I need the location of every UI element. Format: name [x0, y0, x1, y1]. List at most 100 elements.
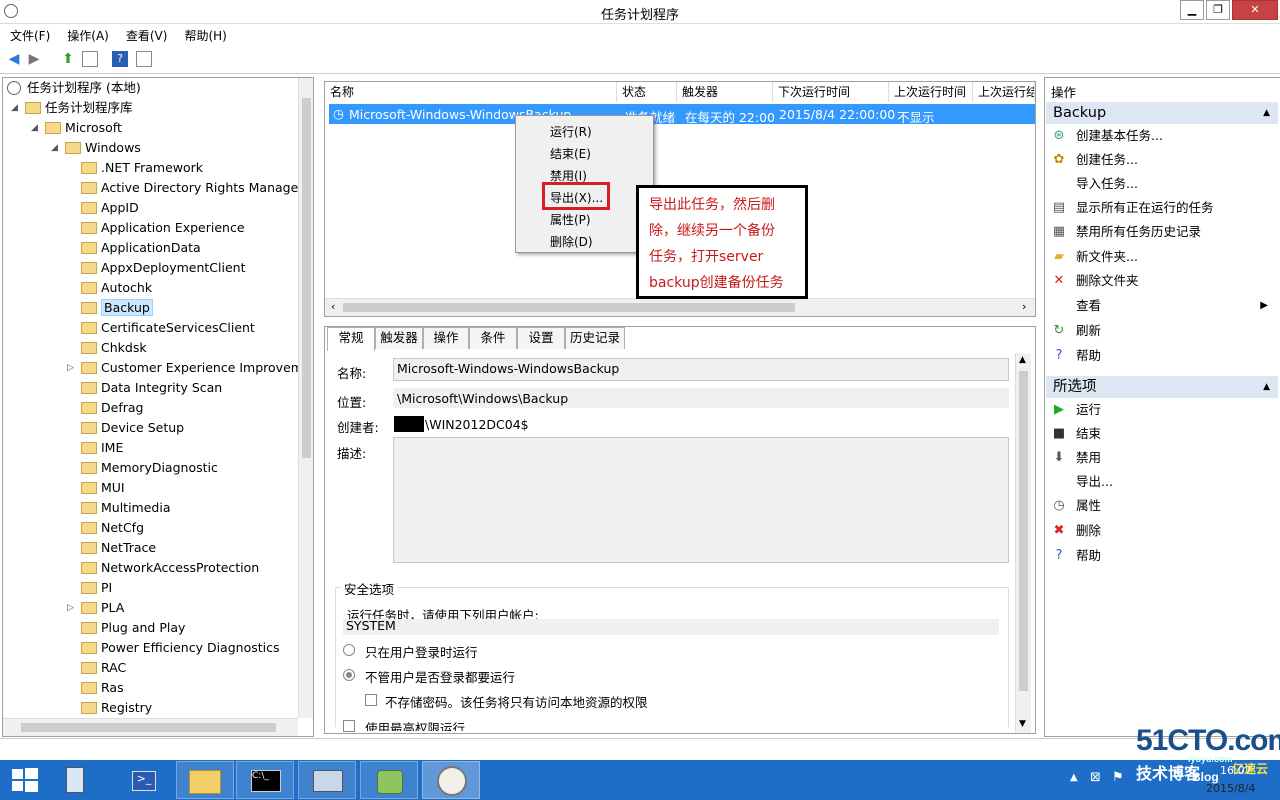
action-item[interactable]: 导入任务... — [1046, 172, 1278, 196]
tree-folder[interactable]: NetworkAccessProtection — [67, 558, 259, 578]
tree-folder[interactable]: .NET Framework — [67, 158, 203, 178]
tree-root[interactable]: 任务计划程序 (本地) — [7, 78, 141, 98]
tree-folder[interactable]: Power Efficiency Diagnostics — [67, 638, 280, 658]
up-folder-icon[interactable]: ⬆ — [60, 51, 76, 67]
tree-folder[interactable]: NetCfg — [67, 518, 144, 538]
scroll-thumb[interactable] — [1019, 371, 1028, 691]
task-scheduler-taskbar-icon[interactable] — [422, 761, 480, 799]
tree-folder[interactable]: Backup — [67, 298, 153, 318]
tree-folder[interactable]: MUI — [67, 478, 125, 498]
tree-folder[interactable]: ▷ Customer Experience Improveme — [67, 358, 311, 378]
explorer-icon[interactable] — [176, 761, 234, 799]
tree-hscrollbar[interactable] — [3, 718, 298, 736]
action-item[interactable]: ▶ 运行 — [1046, 398, 1278, 422]
task-row[interactable]: ◷ Microsoft-Windows-WindowsBackup 准备就绪 在… — [329, 104, 1035, 125]
tree-folder[interactable]: Chkdsk — [67, 338, 147, 358]
tree-folder[interactable]: Application Experience — [67, 218, 245, 238]
show-actions-icon[interactable] — [136, 51, 152, 67]
powershell-icon[interactable]: >_ — [114, 761, 172, 799]
network-console-icon[interactable] — [298, 761, 356, 799]
description-field[interactable] — [393, 437, 1009, 563]
scroll-thumb[interactable] — [21, 723, 276, 732]
actions-section-backup[interactable]: Backup ▲ — [1046, 102, 1278, 124]
scroll-down-icon[interactable]: ▼ — [1019, 719, 1026, 729]
tree-folder[interactable]: CertificateServicesClient — [67, 318, 255, 338]
tree-folder[interactable]: Ras — [67, 678, 124, 698]
name-field[interactable]: Microsoft-Windows-WindowsBackup — [393, 358, 1009, 381]
menu-item-properties[interactable]: 属性(P) — [550, 211, 591, 228]
tree-folder[interactable]: PI — [67, 578, 112, 598]
tab-general[interactable]: 常规 — [327, 327, 375, 351]
tab-history[interactable]: 历史记录 — [565, 327, 625, 349]
col-last-result[interactable]: 上次运行结 — [973, 82, 1035, 102]
windows-start-icon[interactable] — [12, 768, 38, 792]
tree-folder[interactable]: NetTrace — [67, 538, 156, 558]
tree-folder[interactable]: AppxDeploymentClient — [67, 258, 245, 278]
col-name[interactable]: 名称 — [325, 82, 617, 102]
maximize-button[interactable]: ❐ — [1206, 0, 1230, 20]
expand-icon[interactable]: ▷ — [67, 598, 77, 618]
details-vscrollbar[interactable]: ▲ ▼ — [1015, 353, 1031, 733]
tree-folder[interactable]: Plug and Play — [67, 618, 185, 638]
tree-folder[interactable]: IME — [67, 438, 123, 458]
radio-whether-logged-on[interactable] — [343, 669, 355, 681]
scroll-thumb[interactable] — [343, 303, 795, 312]
scroll-up-icon[interactable]: ▲ — [1019, 355, 1026, 365]
close-button[interactable]: ✕ — [1232, 0, 1278, 20]
actions-section-selected[interactable]: 所选项 ▲ — [1046, 376, 1278, 398]
action-item[interactable]: ↻ 刷新 — [1046, 319, 1278, 343]
scroll-right-icon[interactable]: › — [1022, 300, 1026, 313]
cmd-icon[interactable]: C:\_ — [236, 761, 294, 799]
tree-vscrollbar[interactable] — [298, 78, 313, 718]
tab-triggers[interactable]: 触发器 — [375, 327, 423, 349]
menu-item-delete[interactable]: 删除(D) — [550, 233, 593, 250]
tree-folder[interactable]: ▷ PLA — [67, 598, 124, 618]
expand-icon[interactable]: ▷ — [67, 358, 77, 378]
action-item[interactable]: ⊛ 创建基本任务... — [1046, 124, 1278, 148]
back-arrow-icon[interactable]: ◀ — [6, 51, 22, 67]
action-item[interactable]: 查看 ▶ — [1046, 294, 1278, 318]
server-manager-icon[interactable] — [52, 761, 110, 799]
collapse-icon[interactable]: ◢ — [51, 138, 61, 158]
tree-folder[interactable]: Defrag — [67, 398, 143, 418]
action-item[interactable]: ▤ 显示所有正在运行的任务 — [1046, 196, 1278, 220]
highest-privilege-checkbox[interactable] — [343, 720, 355, 732]
show-tree-icon[interactable] — [82, 51, 98, 67]
action-item[interactable]: ◷ 属性 — [1046, 494, 1278, 518]
col-next-run[interactable]: 下次运行时间 — [773, 82, 889, 102]
action-item[interactable]: ✖ 删除 — [1046, 519, 1278, 543]
action-item[interactable]: 导出... — [1046, 470, 1278, 494]
action-item[interactable]: ? 帮助 — [1046, 544, 1278, 568]
menu-help[interactable]: 帮助(H) — [174, 24, 233, 44]
tray-up-icon[interactable]: ▲ — [1070, 772, 1078, 783]
action-item[interactable]: ⬇ 禁用 — [1046, 446, 1278, 470]
collapse-icon[interactable]: ◢ — [11, 98, 21, 118]
tab-conditions[interactable]: 条件 — [469, 327, 517, 349]
tree-folder[interactable]: MemoryDiagnostic — [67, 458, 218, 478]
tree-folder[interactable]: Active Directory Rights Managem — [67, 178, 310, 198]
tree-folder[interactable]: ApplicationData — [67, 238, 201, 258]
tab-actions[interactable]: 操作 — [423, 327, 469, 349]
forward-arrow-icon[interactable]: ▶ — [26, 51, 42, 67]
col-status[interactable]: 状态 — [617, 82, 677, 102]
scroll-thumb[interactable] — [302, 98, 311, 458]
tree-folder[interactable]: AppID — [67, 198, 139, 218]
tree-folder[interactable]: Autochk — [67, 278, 152, 298]
action-item[interactable]: ▰ 新文件夹... — [1046, 245, 1278, 269]
action-item[interactable]: ✕ 删除文件夹 — [1046, 269, 1278, 293]
menu-item-end[interactable]: 结束(E) — [550, 145, 591, 162]
action-item[interactable]: ✿ 创建任务... — [1046, 148, 1278, 172]
clock-time[interactable]: 16:07 — [1220, 764, 1252, 777]
tree-folder[interactable]: Registry — [67, 698, 152, 718]
action-item[interactable]: ▦ 禁用所有任务历史记录 — [1046, 220, 1278, 244]
tab-settings[interactable]: 设置 — [517, 327, 565, 349]
action-item[interactable]: ■ 结束 — [1046, 422, 1278, 446]
menu-file[interactable]: 文件(F) — [0, 24, 57, 44]
clock-date[interactable]: 2015/8/4 — [1206, 782, 1255, 795]
radio-logged-on[interactable] — [343, 644, 355, 656]
menu-action[interactable]: 操作(A) — [57, 24, 116, 44]
menu-item-run[interactable]: 运行(R) — [550, 123, 592, 140]
backup-tool-icon[interactable] — [360, 761, 418, 799]
no-store-password-checkbox[interactable] — [365, 694, 377, 706]
tree-windows[interactable]: ◢ Windows — [51, 138, 141, 158]
